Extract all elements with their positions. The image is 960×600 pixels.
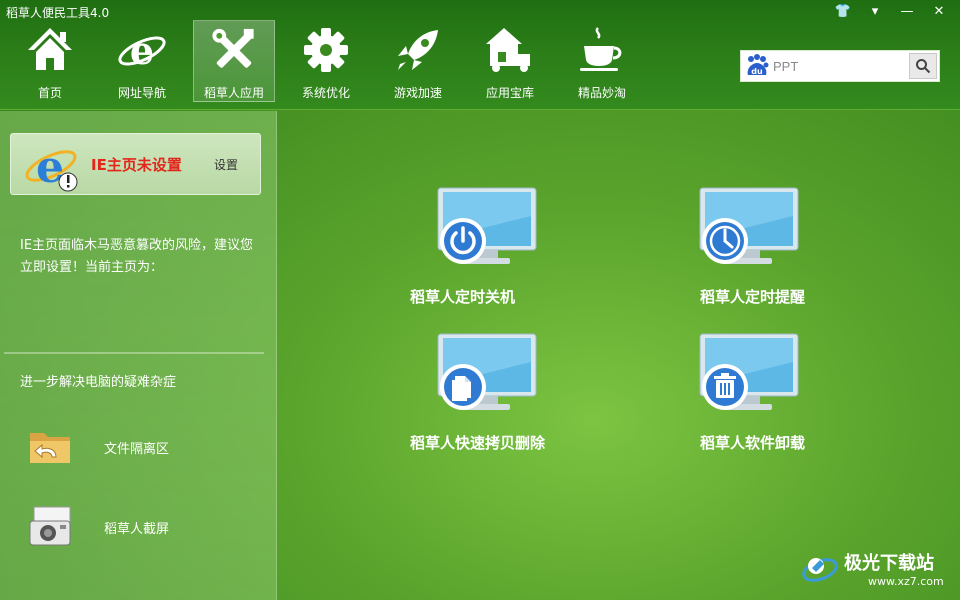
nav-label-store: 应用宝库 — [485, 86, 534, 100]
nav-item-apps[interactable]: 稻草人应用 — [193, 20, 275, 102]
sidebar-divider — [4, 352, 264, 354]
search-input[interactable] — [773, 52, 905, 80]
tool-screenshot[interactable]: 稻草人截屏 — [26, 503, 169, 551]
svg-text:du: du — [751, 67, 763, 76]
power-icon — [440, 218, 486, 264]
tool-file-quarantine[interactable]: 文件隔离区 — [26, 423, 169, 471]
nav-label-apps: 稻草人应用 — [203, 86, 264, 100]
close-button[interactable]: ✕ — [926, 2, 952, 22]
nav-item-web-nav[interactable]: e 网址导航 — [96, 20, 188, 102]
copy-icon — [440, 364, 486, 410]
watermark-sub-text: www.xz7.com — [868, 574, 944, 588]
app-timed-reminder[interactable]: 稻草人定时提醒 — [699, 186, 890, 326]
ie-warning-icon: e — [25, 142, 78, 193]
baidu-logo-icon: du — [743, 52, 771, 80]
ie-homepage-card: e IE主页未设置 设置 — [10, 133, 261, 195]
skin-button[interactable]: 👕 — [830, 2, 856, 22]
tool-label-quarantine: 文件隔离区 — [104, 441, 170, 457]
search-button[interactable] — [909, 53, 937, 79]
gear-icon — [304, 28, 348, 72]
nav-item-game[interactable]: 游戏加速 — [372, 20, 464, 102]
trash-icon — [702, 364, 748, 410]
folder-restore-icon — [30, 433, 70, 463]
window-controls: 👕 ▾ — ✕ — [830, 2, 952, 22]
clock-icon — [702, 218, 748, 264]
watermark-logo-icon — [802, 558, 838, 582]
minimize-button[interactable]: — — [894, 2, 920, 22]
watermark: 极光下载站 www.xz7.com — [800, 548, 944, 588]
nav-item-store[interactable]: 应用宝库 — [464, 20, 556, 102]
nav-item-shop[interactable]: 精品妙淘 — [556, 20, 648, 102]
watermark-main-text: 极光下载站 — [844, 552, 934, 574]
tool-label-screenshot: 稻草人截屏 — [104, 521, 170, 537]
app-fast-copy-delete[interactable]: 稻草人快速拷贝删除 — [410, 332, 600, 472]
search-icon — [916, 59, 931, 74]
rocket-icon — [398, 30, 438, 70]
nav-label-home: 首页 — [37, 86, 62, 100]
ie-description: IE主页面临木马恶意篡改的风险，建议您立即设置！当前主页为： — [20, 238, 254, 275]
camera-icon — [29, 506, 71, 546]
ie-browser-icon: e — [118, 28, 166, 73]
main-nav: 首页 e 网址导航 稻草人应用 系统优化 游戏加速 应用宝库 精品妙淘 — [4, 20, 648, 102]
nav-label-web-nav: 网址导航 — [117, 86, 166, 100]
app-timed-shutdown[interactable]: 稻草人定时关机 — [410, 186, 600, 326]
ie-status-text: IE主页未设置 — [91, 156, 182, 174]
search-box: du — [740, 50, 940, 82]
app-label-copy-delete: 稻草人快速拷贝删除 — [410, 434, 546, 452]
ie-set-link[interactable]: 设置 — [214, 156, 238, 173]
nav-item-optimize[interactable]: 系统优化 — [280, 20, 372, 102]
app-label-shutdown: 稻草人定时关机 — [410, 288, 516, 306]
window-title: 稻草人便民工具4.0 — [6, 6, 110, 20]
more-tools-title: 进一步解决电脑的疑难杂症 — [20, 375, 177, 390]
svg-text:e: e — [130, 28, 154, 73]
nav-label-optimize: 系统优化 — [301, 86, 350, 100]
app-label-reminder: 稻草人定时提醒 — [700, 288, 806, 306]
app-window: 稻草人便民工具4.0 👕 ▾ — ✕ 首页 e 网址导航 稻草人应用 系统优化 … — [0, 0, 960, 600]
coffee-cup-icon — [580, 27, 622, 71]
tools-icon — [212, 28, 254, 68]
store-icon — [486, 28, 530, 72]
left-sidebar: e IE主页未设置 设置 IE主页面临木马恶意篡改的风险，建议您立即设置！当前主… — [0, 111, 277, 600]
app-software-uninstall[interactable]: 稻草人软件卸载 — [699, 332, 890, 472]
menu-button[interactable]: ▾ — [862, 2, 888, 22]
nav-item-home[interactable]: 首页 — [4, 20, 96, 102]
nav-label-shop: 精品妙淘 — [577, 86, 626, 100]
app-label-uninstall: 稻草人软件卸载 — [700, 434, 806, 452]
nav-label-game: 游戏加速 — [393, 86, 442, 100]
home-icon — [28, 28, 72, 70]
title-bar: 稻草人便民工具4.0 👕 ▾ — ✕ 首页 e 网址导航 稻草人应用 系统优化 … — [0, 0, 960, 110]
